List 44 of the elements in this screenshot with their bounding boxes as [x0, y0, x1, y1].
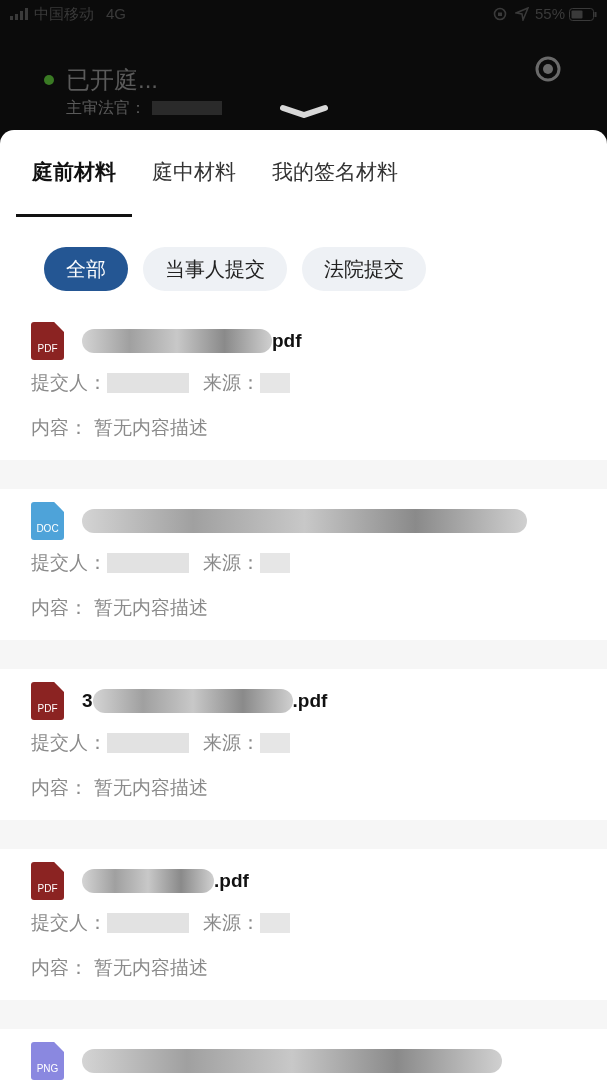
source-label: 来源：: [203, 551, 260, 575]
redacted-block: [260, 373, 290, 394]
content-label: 内容：: [31, 775, 88, 800]
content-text: 暂无内容描述: [94, 955, 208, 980]
location-icon: [514, 7, 529, 21]
content-label: 内容：: [31, 595, 88, 620]
signal-icon: [10, 8, 28, 20]
file-name[interactable]: pdf: [272, 326, 302, 356]
tab[interactable]: 庭中材料: [136, 130, 252, 217]
source-label: 来源：: [203, 911, 260, 935]
file-name[interactable]: .pdf: [292, 686, 328, 716]
redacted-block: [260, 553, 290, 574]
content-text: 暂无内容描述: [94, 595, 208, 620]
rotation-lock-icon: [492, 7, 507, 21]
file-name[interactable]: 3: [82, 686, 93, 716]
filter-chip[interactable]: 当事人提交: [143, 247, 287, 291]
content-label: 内容：: [31, 955, 88, 980]
source-label: 来源：: [203, 731, 260, 755]
record-icon[interactable]: [535, 56, 561, 82]
tab[interactable]: 庭前材料: [16, 130, 132, 217]
submitter-label: 提交人：: [31, 731, 107, 755]
submitter-label: 提交人：: [31, 551, 107, 575]
judge-label: 主审法官：: [66, 98, 146, 118]
file-type-icon: PNG: [31, 1042, 64, 1080]
file-type-icon: DOC: [31, 502, 64, 540]
file-type-icon: PDF: [31, 682, 64, 720]
hearing-status: 已开庭...: [66, 66, 158, 94]
redacted-block: [260, 913, 290, 934]
content-label: 内容：: [31, 415, 88, 440]
content-text: 暂无内容描述: [94, 415, 208, 440]
redacted-block: [260, 733, 290, 754]
redacted-block: [152, 101, 222, 115]
content-text: 暂无内容描述: [94, 775, 208, 800]
file-name[interactable]: .pdf: [214, 866, 249, 896]
tab[interactable]: 我的签名材料: [256, 130, 414, 217]
filter-chip[interactable]: 全部: [44, 247, 128, 291]
battery-icon: [569, 7, 597, 21]
file-type-icon: PDF: [31, 862, 64, 900]
submitter-label: 提交人：: [31, 911, 107, 935]
filter-chip[interactable]: 法院提交: [302, 247, 426, 291]
submitter-label: 提交人：: [31, 371, 107, 395]
source-label: 来源：: [203, 371, 260, 395]
file-type-icon: PDF: [31, 322, 64, 360]
chevron-down-icon[interactable]: [280, 104, 328, 118]
